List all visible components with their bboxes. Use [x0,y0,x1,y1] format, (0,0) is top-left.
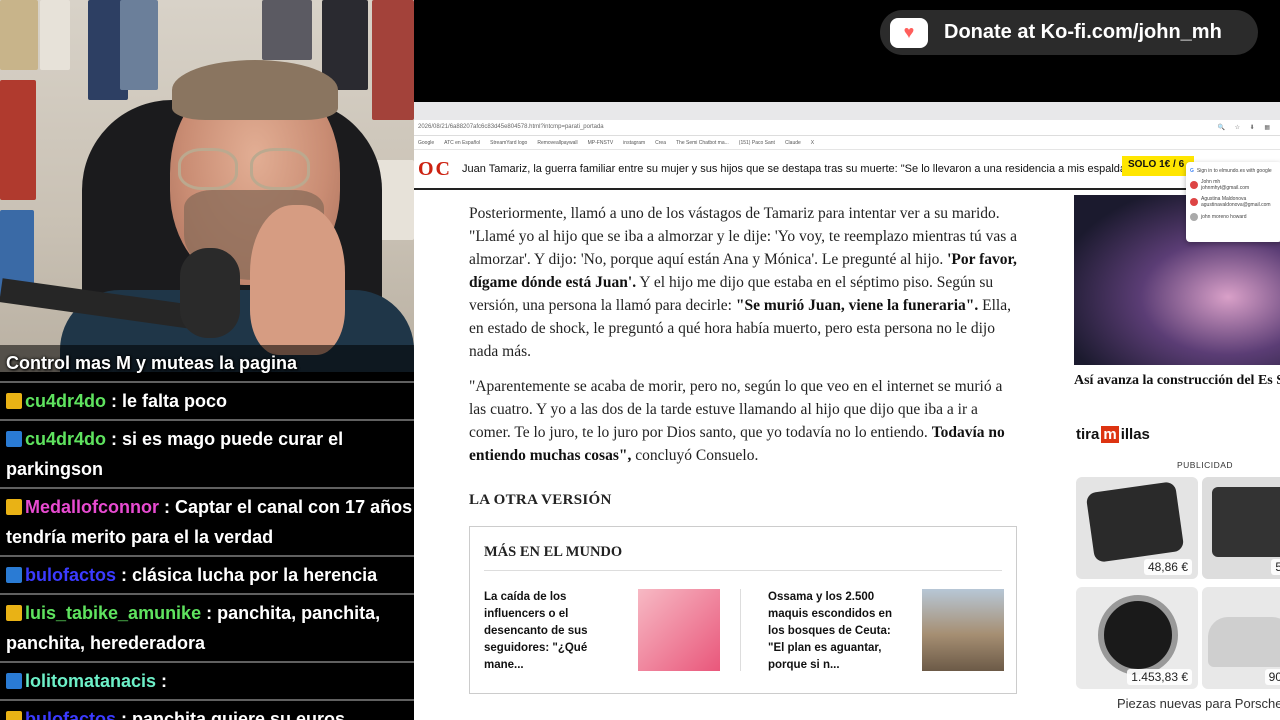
webcam-feed [0,0,414,372]
signin-header: G Sign in to elmundo.es with google [1190,168,1272,174]
chat-text: : le falta poco [106,391,228,411]
account-option[interactable]: john moreno howard [1190,213,1278,221]
badge-icon [6,499,22,515]
hand [250,205,345,355]
sticky-headline: Juan Tamariz, la guerra familiar entre s… [462,163,1136,175]
bookmark-item[interactable]: (151) Paco Sant [739,140,775,146]
chat-message: Medallofconnor : Captar el canal con 17 … [0,489,420,557]
avatar [1190,181,1198,189]
related-box: MÁS EN EL MUNDO La caída de los influenc… [469,526,1017,694]
bookmark-item[interactable]: The Semi Chatbot ma... [676,140,729,146]
chat-message: bulofactos : panchita quiere su euros [0,701,420,720]
site-header: OC Juan Tamariz, la guerra familiar entr… [414,150,1280,190]
badge-icon [6,673,22,689]
paragraph: "Aparentemente se acaba de morir, pero n… [469,378,1005,464]
ad-product-image [1098,595,1178,675]
google-signin-popup[interactable]: G Sign in to elmundo.es with google John … [1186,162,1280,242]
bookmark-item[interactable]: Google [418,140,434,146]
donate-banner[interactable]: ♥ Donate at Ko-fi.com/john_mh [880,10,1258,55]
ad-tile[interactable]: 1.453,83 € [1076,587,1198,689]
paragraph: Posteriormente, llamó a uno de los vásta… [469,205,1018,360]
related-link[interactable]: Ossama y los 2.500 maquis escondidos en … [768,589,908,674]
chat-username: bulofactos [25,709,117,720]
avatar [1190,198,1198,206]
url-text: 2026/08/21/6a88207afc6c83d45e804578.html… [418,124,604,130]
toolbar-icons: 🔍 ☆ ⬇ ▦ [1217,125,1274,131]
section-heading: LA OTRA VERSIÓN [469,492,612,508]
chat-message: bulofactos : clásica lucha por la herenc… [0,557,420,595]
bookmarks-bar: Google ATC en Español StreamYard logo Remov… [414,136,1280,150]
related-thumbnail[interactable] [922,589,1004,671]
glasses-right [250,148,310,190]
account-option[interactable]: Agustina Maldonova agustinavaldonova@gmai… [1190,196,1278,208]
chat-username: cu4dr4do [25,429,107,449]
browser-window: 2026/08/21/6a88207afc6c83d45e804578.html… [414,102,1280,720]
kofi-cup-icon: ♥ [890,17,928,48]
sidebar-headline[interactable]: Así avanza la construcción del Es Shakir… [1074,372,1280,389]
ad-price: 48,86 € [1143,559,1192,575]
donate-label: Donate at Ko-fi.com/john_mh [944,21,1222,43]
account-option[interactable]: John mh johnmhyt@gmail.com [1190,179,1278,191]
chat-text: : clásica lucha por la herencia [116,565,378,585]
chat-text: Control mas M y muteas la pagina [6,353,298,373]
badge-icon [6,431,22,447]
ad-product-image [1208,617,1280,667]
article-body: Posteriormente, llamó a uno de los vásta… [469,202,1019,694]
bookmark-item[interactable]: Crea [655,140,666,146]
chat-username: luis_tabike_amunike [25,603,202,623]
bookmark-item[interactable]: X [811,140,814,146]
ad-price: 5 [1271,559,1280,575]
address-bar[interactable]: 2026/08/21/6a88207afc6c83d45e804578.html… [414,120,1280,136]
site-logo[interactable]: OC [418,158,452,181]
related-item[interactable]: Ossama y los 2.500 maquis escondidos en … [768,589,1004,674]
chat-message: cu4dr4do : si es mago puede curar el par… [0,421,420,489]
badge-icon [6,605,22,621]
divider [740,589,741,671]
chat-message: lolitomatanacis : [0,663,420,701]
hair [172,60,338,120]
related-link[interactable]: La caída de los influencers o el desenca… [484,589,624,674]
ad-footer[interactable]: Piezas nuevas para Porsche [1117,696,1280,711]
chat-text: : [156,671,168,691]
bookmark-item[interactable]: instagram [623,140,645,146]
glasses-left [178,148,238,190]
chat-username: Medallofconnor [25,497,159,517]
bookmark-item[interactable]: StreamYard logo [490,140,527,146]
chat-message: luis_tabike_amunike : panchita, panchita… [0,595,420,663]
ad-product-image [1085,481,1185,563]
related-thumbnail[interactable] [638,589,720,671]
ad-price: 1.453,83 € [1127,669,1192,685]
chat-username: lolitomatanacis [25,671,157,691]
bookmark-item[interactable]: ATC en Español [444,140,480,146]
avatar [1190,213,1198,221]
microphone [180,248,240,338]
chat-message: Control mas M y muteas la pagina [0,345,420,383]
bookmark-item[interactable]: Claude [785,140,801,146]
tab-strip [414,102,1280,120]
bookmark-item[interactable]: Removeallpaywall [537,140,577,146]
chat-message: cu4dr4do : le falta poco [0,383,420,421]
bookmark-item[interactable]: MP-FNSTV [588,140,614,146]
ad-label: PUBLICIDAD [1177,460,1234,470]
sidebar-brand: tira m illas [1076,426,1150,443]
ad-price: 90 [1264,669,1280,685]
ad-tile[interactable]: 48,86 € [1076,477,1198,579]
related-title: MÁS EN EL MUNDO [484,541,1002,571]
chat-text: : panchita quiere su euros [116,709,346,720]
related-item[interactable]: La caída de los influencers o el desenca… [484,589,720,674]
ad-tile[interactable]: 5 [1202,477,1280,579]
subscribe-promo[interactable]: SOLO 1€ / 6 [1122,156,1194,176]
badge-icon [6,567,22,583]
badge-icon [6,393,22,409]
ad-product-image [1212,487,1280,557]
ad-tile[interactable]: 90 [1202,587,1280,689]
chat-username: cu4dr4do [25,391,107,411]
chat-overlay: Control mas M y muteas la pagina cu4dr4do… [0,345,420,720]
chat-username: bulofactos [25,565,117,585]
badge-icon [6,711,22,720]
